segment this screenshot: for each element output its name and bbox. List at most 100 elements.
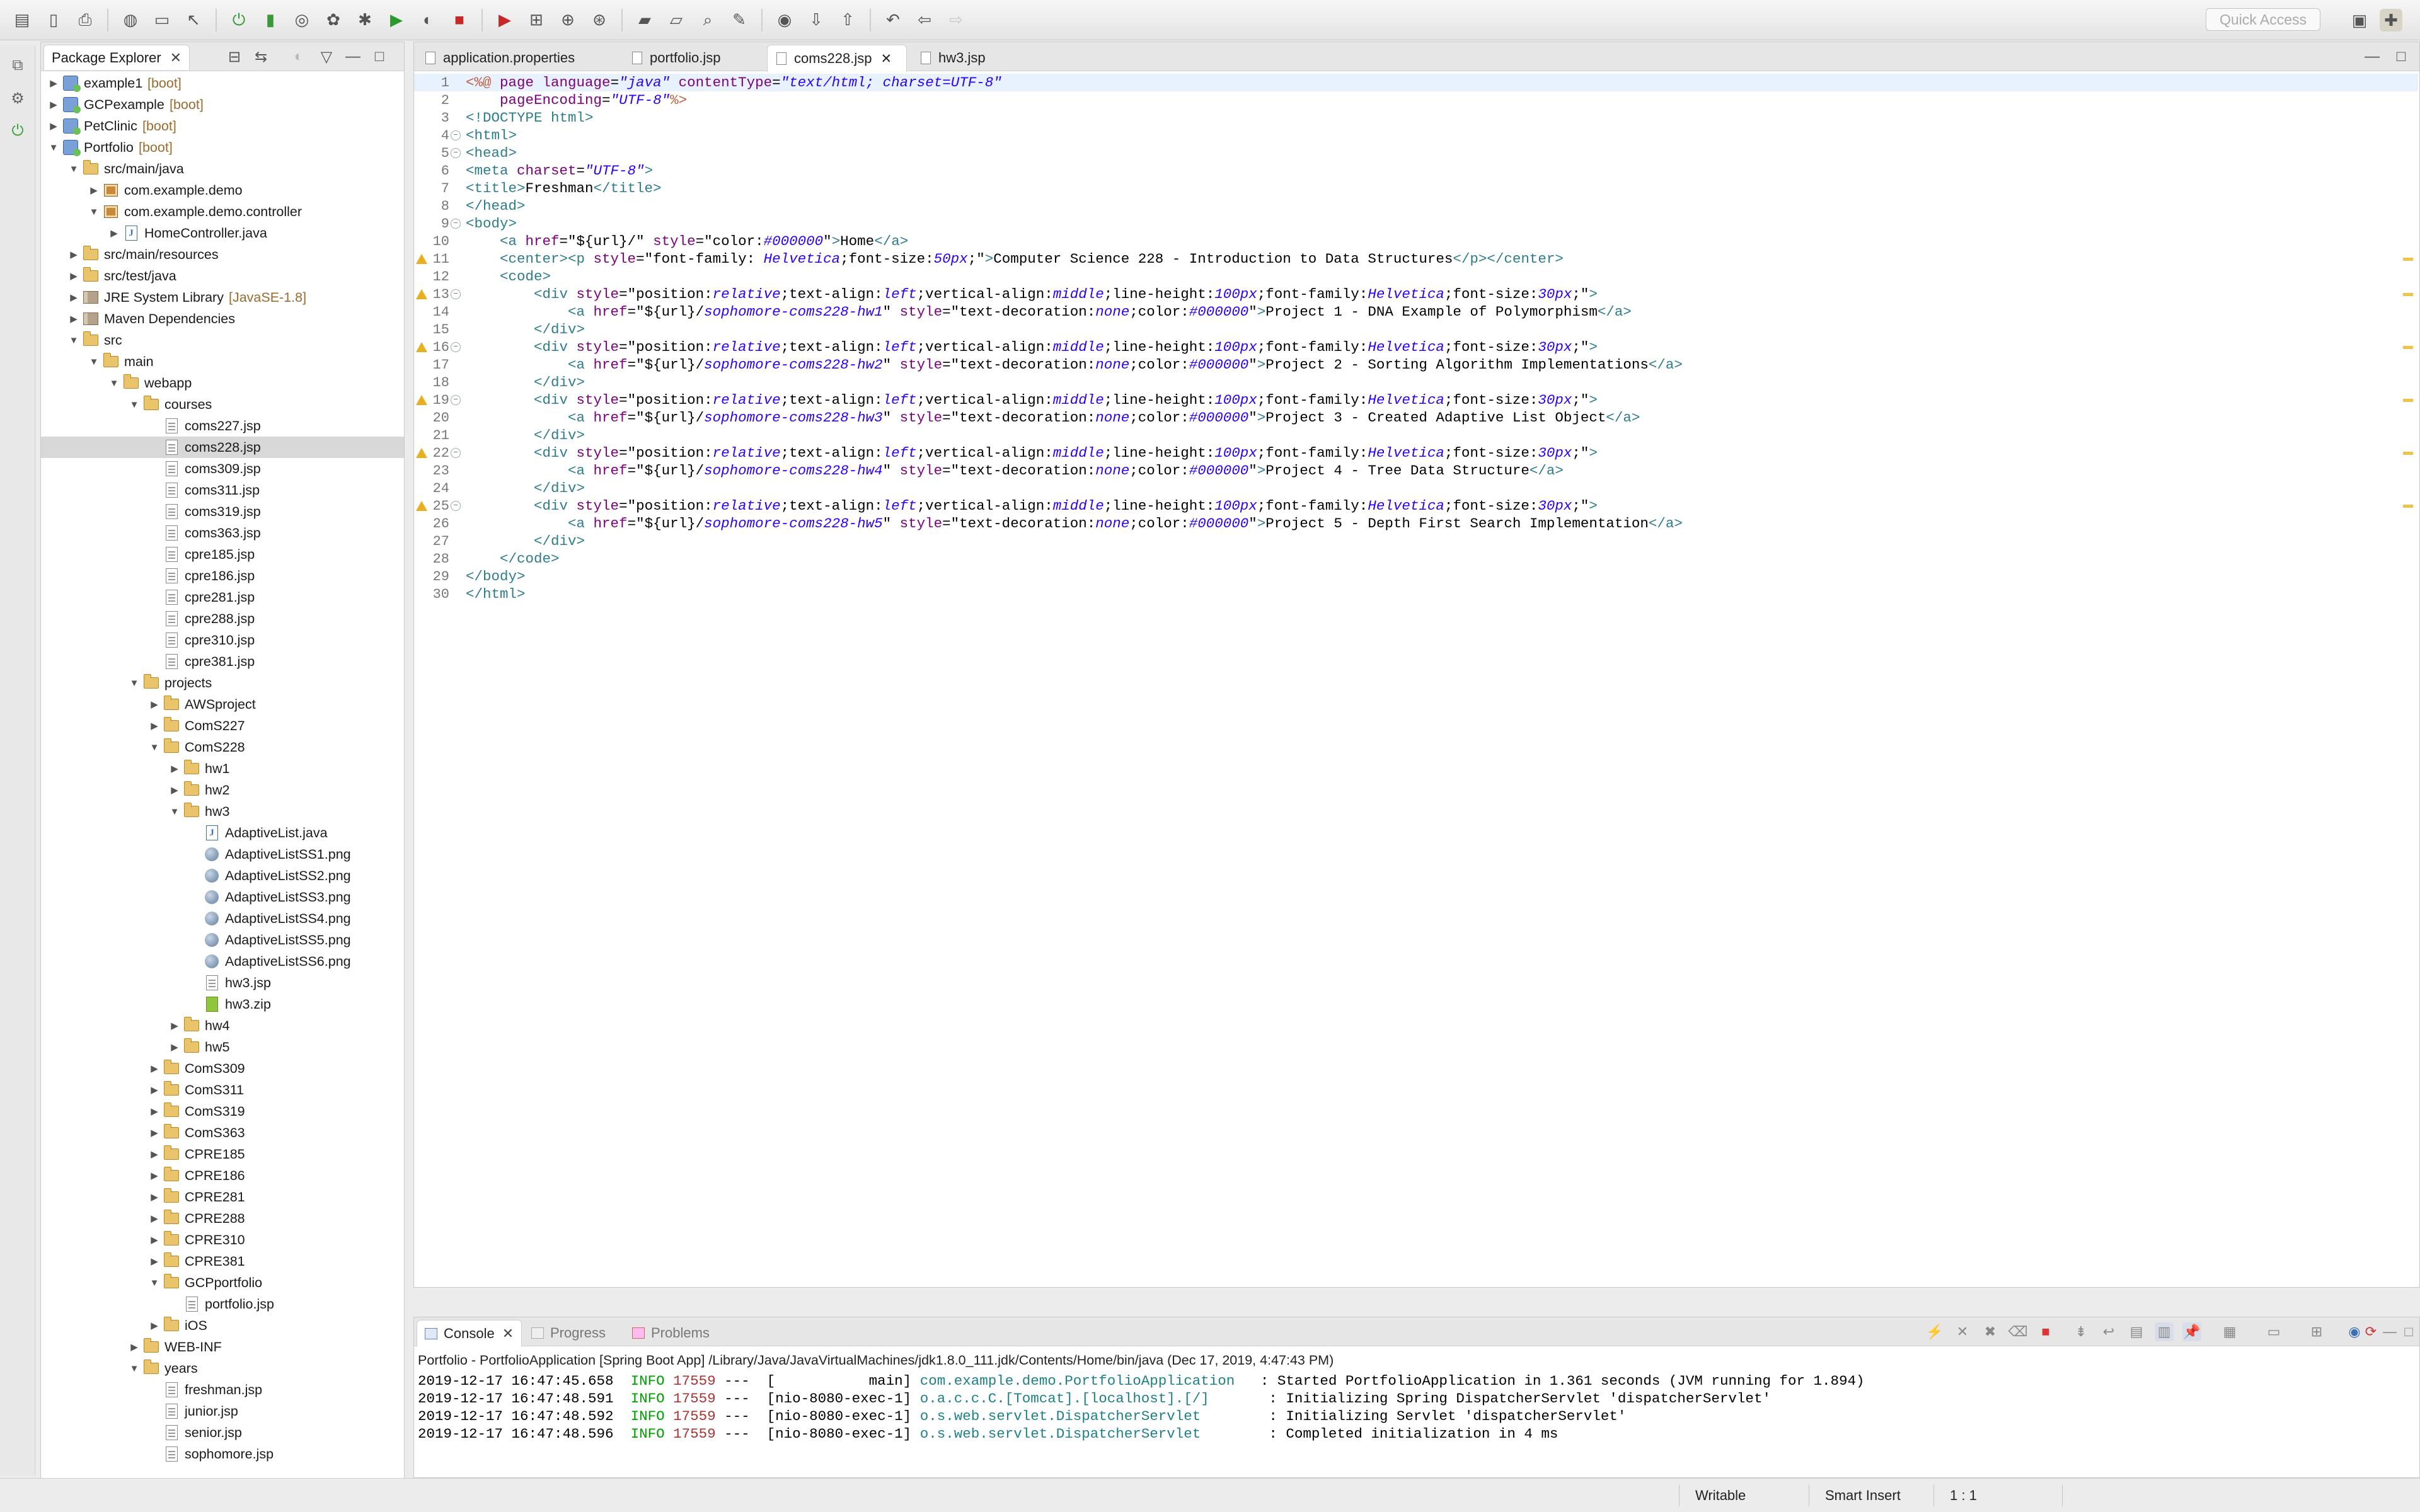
- collapsed-arrow-icon[interactable]: ▶: [148, 1126, 161, 1139]
- close-icon[interactable]: ✕: [502, 1326, 514, 1342]
- code-line[interactable]: 27 </div>: [414, 532, 2418, 550]
- collapsed-arrow-icon[interactable]: ▶: [47, 120, 60, 132]
- maximize-icon[interactable]: □: [2390, 46, 2412, 67]
- refresh-icon[interactable]: ✿: [322, 9, 345, 32]
- tree-item[interactable]: cpre288.jsp: [41, 608, 404, 629]
- code-line[interactable]: 9− <body>: [414, 215, 2418, 232]
- tree-item[interactable]: junior.jsp: [41, 1400, 404, 1422]
- warning-icon[interactable]: [416, 501, 427, 511]
- collapsed-arrow-icon[interactable]: ▶: [148, 1212, 161, 1225]
- code-line[interactable]: 1 <%@ page language="java" contentType="t…: [414, 74, 2418, 91]
- overview-warning-marker[interactable]: [2403, 257, 2413, 261]
- stop-icon[interactable]: ■: [448, 9, 471, 32]
- collapsed-arrow-icon[interactable]: ▶: [168, 762, 181, 775]
- tree-item[interactable]: ▶ PetClinic [boot]: [41, 115, 404, 137]
- stop-server-icon[interactable]: ⏻: [228, 9, 250, 32]
- collapsed-arrow-icon[interactable]: ▶: [108, 227, 120, 239]
- collapsed-arrow-icon[interactable]: ▶: [148, 1105, 161, 1118]
- tree-item[interactable]: ▶ hw4: [41, 1015, 404, 1036]
- remove-launch-icon[interactable]: ✕: [1953, 1322, 1972, 1341]
- fold-toggle-icon[interactable]: −: [451, 148, 461, 158]
- tree-item[interactable]: ▼ years: [41, 1358, 404, 1379]
- fold-toggle-icon[interactable]: −: [451, 130, 461, 140]
- open-type-icon[interactable]: ▱: [665, 9, 688, 32]
- tree-item[interactable]: ▼ src/main/java: [41, 158, 404, 180]
- restore-icon[interactable]: ⧉: [5, 53, 30, 78]
- tree-item[interactable]: ▶ GCPexample [boot]: [41, 94, 404, 115]
- tree-item[interactable]: ▼ com.example.demo.controller: [41, 201, 404, 222]
- tab-coms228-jsp[interactable]: coms228.jsp ✕: [767, 45, 907, 72]
- code-area[interactable]: 1 <%@ page language="java" contentType="t…: [414, 71, 2419, 1287]
- warning-icon[interactable]: [416, 254, 427, 264]
- code-line[interactable]: 19− <div style="position:relative;text-a…: [414, 391, 2418, 409]
- spring-dashboard-icon[interactable]: ⏻: [5, 118, 30, 144]
- tree-item[interactable]: ▼ GCPportfolio: [41, 1272, 404, 1293]
- tab-problems[interactable]: Problems: [632, 1320, 710, 1346]
- collapsed-arrow-icon[interactable]: ▶: [128, 1341, 141, 1353]
- code-line[interactable]: 4− <html>: [414, 127, 2418, 144]
- warning-icon[interactable]: [416, 395, 427, 405]
- tree-item[interactable]: coms309.jsp: [41, 458, 404, 479]
- debug-icon[interactable]: ✱: [354, 9, 376, 32]
- minimize-icon[interactable]: —: [2380, 1322, 2399, 1341]
- disconnect-icon[interactable]: ⚡: [1925, 1322, 1944, 1341]
- tree-item[interactable]: ▶ AWSproject: [41, 694, 404, 715]
- clear-console-icon[interactable]: ⌫: [2008, 1322, 2027, 1341]
- spring-boot-icon[interactable]: ▮: [259, 9, 282, 32]
- tree-item[interactable]: ▶ hw1: [41, 758, 404, 779]
- collapsed-arrow-icon[interactable]: ▶: [148, 1234, 161, 1246]
- tree-item[interactable]: ▶ hw5: [41, 1036, 404, 1058]
- tree-item[interactable]: ▶ iOS: [41, 1315, 404, 1336]
- maximize-icon[interactable]: □: [369, 46, 390, 67]
- expanded-arrow-icon[interactable]: ▼: [47, 141, 60, 154]
- overview-warning-marker[interactable]: [2403, 345, 2413, 349]
- expanded-arrow-icon[interactable]: ▼: [108, 377, 120, 389]
- overview-warning-marker[interactable]: [2403, 451, 2413, 455]
- tree-item[interactable]: portfolio.jsp: [41, 1293, 404, 1315]
- expanded-arrow-icon[interactable]: ▼: [88, 355, 100, 368]
- tree-item[interactable]: J AdaptiveList.java: [41, 822, 404, 844]
- tree-item[interactable]: AdaptiveListSS5.png: [41, 929, 404, 951]
- tree-item[interactable]: coms363.jsp: [41, 522, 404, 544]
- collapsed-arrow-icon[interactable]: ▶: [67, 248, 80, 261]
- overview-warning-marker[interactable]: [2403, 292, 2413, 296]
- tree-item[interactable]: ▶ ComS227: [41, 715, 404, 736]
- tree-item[interactable]: AdaptiveListSS6.png: [41, 951, 404, 972]
- tree-item[interactable]: ▶ ComS311: [41, 1079, 404, 1101]
- tree-item[interactable]: ▶ src/test/java: [41, 265, 404, 287]
- collapsed-arrow-icon[interactable]: ▶: [148, 1319, 161, 1332]
- code-line[interactable]: 23 <a href="${url}/sophomore-coms228-hw4…: [414, 462, 2418, 479]
- collapsed-arrow-icon[interactable]: ▶: [148, 1148, 161, 1160]
- code-line[interactable]: 15 </div>: [414, 321, 2418, 338]
- pointer-icon[interactable]: ↖: [182, 9, 205, 32]
- tree-item[interactable]: AdaptiveListSS2.png: [41, 865, 404, 886]
- collapsed-arrow-icon[interactable]: ▶: [148, 1255, 161, 1268]
- tree-item[interactable]: ▶ JRE System Library [JavaSE-1.8]: [41, 287, 404, 308]
- collapse-all-icon[interactable]: ⊟: [224, 46, 245, 67]
- tree-item[interactable]: cpre281.jsp: [41, 587, 404, 608]
- collapsed-arrow-icon[interactable]: ▶: [148, 1084, 161, 1096]
- tree-item[interactable]: ▼ Portfolio [boot]: [41, 137, 404, 158]
- tree-item[interactable]: hw3.jsp: [41, 972, 404, 994]
- overview-warning-marker[interactable]: [2403, 504, 2413, 508]
- tree-item[interactable]: cpre381.jsp: [41, 651, 404, 672]
- collapsed-arrow-icon[interactable]: ▶: [148, 1191, 161, 1203]
- tree-item[interactable]: ▶ CPRE310: [41, 1229, 404, 1251]
- collapsed-arrow-icon[interactable]: ▶: [148, 698, 161, 711]
- code-line[interactable]: 7 <title>Freshman</title>: [414, 180, 2418, 197]
- tree-item[interactable]: ▶ J HomeController.java: [41, 222, 404, 244]
- expanded-arrow-icon[interactable]: ▼: [88, 205, 100, 218]
- tree-item[interactable]: AdaptiveListSS1.png: [41, 844, 404, 865]
- close-icon[interactable]: ✕: [170, 50, 182, 66]
- tab-portfolio-jsp[interactable]: portfolio.jsp: [623, 45, 775, 71]
- focus-icon[interactable]: ◐: [288, 46, 309, 67]
- external-tools-icon[interactable]: ▶: [493, 9, 516, 32]
- tree-item[interactable]: ▶ WEB-INF: [41, 1336, 404, 1358]
- fold-toggle-icon[interactable]: −: [451, 289, 461, 299]
- tab-console[interactable]: Console ✕: [417, 1320, 522, 1346]
- minimize-icon[interactable]: —: [2361, 46, 2383, 67]
- pin-console-icon[interactable]: 📌: [2182, 1322, 2201, 1341]
- display-console-icon[interactable]: ▦: [2220, 1322, 2239, 1341]
- code-line[interactable]: 26 <a href="${url}/sophomore-coms228-hw5…: [414, 515, 2418, 532]
- tree-item[interactable]: ▼ hw3: [41, 801, 404, 822]
